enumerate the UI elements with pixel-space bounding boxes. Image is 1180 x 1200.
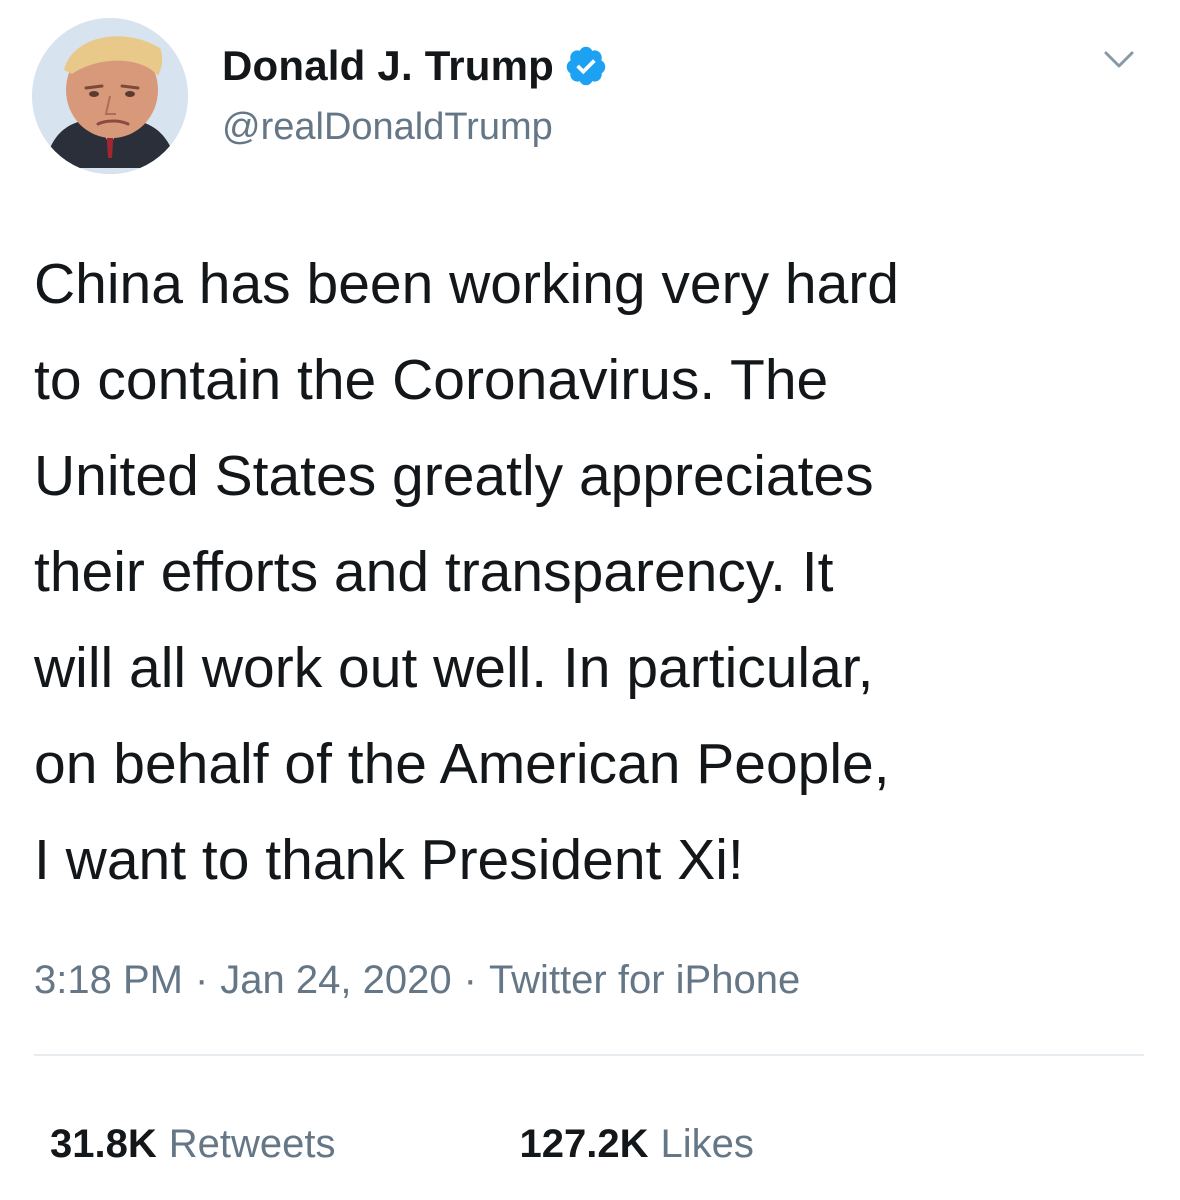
display-name[interactable]: Donald J. Trump — [222, 36, 554, 96]
avatar-portrait — [32, 18, 188, 174]
retweets-label: Retweets — [168, 1122, 336, 1166]
user-header: Donald J. Trump @realDonaldTrump — [222, 36, 608, 154]
likes-stat[interactable]: 127.2K Likes — [520, 1116, 754, 1172]
tweet-text: China has been working very hard to cont… — [34, 252, 899, 892]
divider — [34, 1054, 1144, 1056]
tweet-time[interactable]: 3:18 PM — [34, 952, 183, 1008]
retweets-stat[interactable]: 31.8K Retweets — [50, 1116, 336, 1172]
meta-separator: · — [463, 958, 477, 1002]
display-name-row: Donald J. Trump — [222, 36, 608, 96]
tweet-stats: 31.8K Retweets 127.2K Likes — [50, 1116, 754, 1172]
likes-label: Likes — [660, 1122, 754, 1166]
likes-count: 127.2K — [519, 1122, 649, 1166]
chevron-down-icon[interactable] — [1102, 42, 1136, 76]
tweet-source[interactable]: Twitter for iPhone — [489, 952, 800, 1008]
tweet-date[interactable]: Jan 24, 2020 — [220, 952, 451, 1008]
retweets-count: 31.8K — [50, 1122, 157, 1166]
tweet-card: Donald J. Trump @realDonaldTrump China h… — [0, 0, 1180, 1200]
avatar[interactable] — [32, 18, 188, 174]
user-handle[interactable]: @realDonaldTrump — [222, 100, 608, 154]
meta-separator: · — [194, 958, 209, 1002]
tweet-meta: 3:18 PM · Jan 24, 2020 · Twitter for iPh… — [34, 952, 800, 1008]
verified-badge-icon — [564, 44, 608, 88]
